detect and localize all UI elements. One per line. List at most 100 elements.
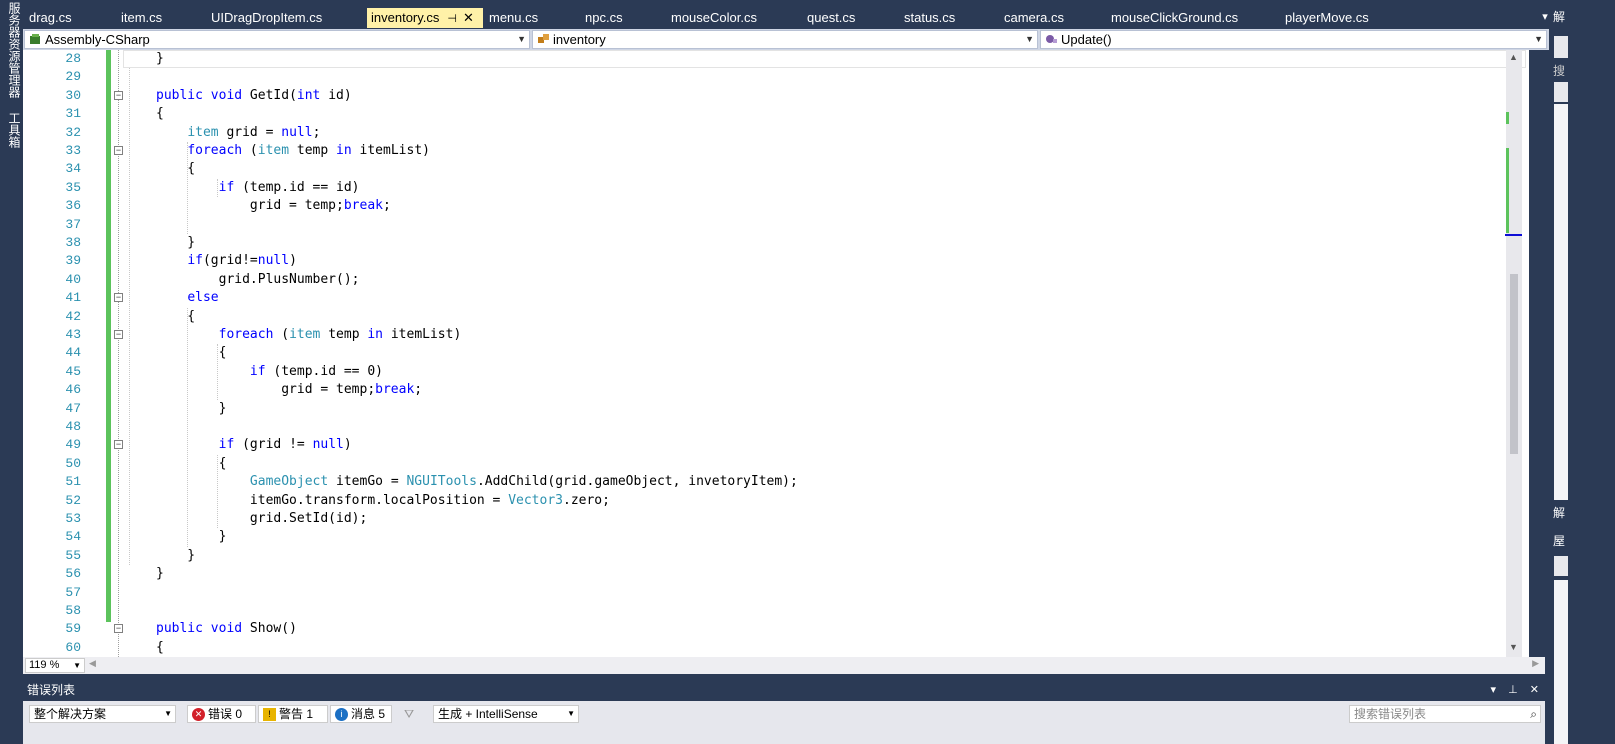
line-number: 58 (65, 603, 81, 618)
zoom-level: 119 % (29, 659, 60, 671)
scroll-down-icon[interactable]: ▼ (1509, 642, 1518, 652)
code-token: grid = temp; (156, 198, 344, 214)
tab-menu-cs[interactable]: menu.cs (483, 8, 579, 28)
indent-guide (217, 344, 218, 400)
collapse-toggle-icon[interactable]: − (114, 440, 123, 450)
solution-explorer-label[interactable]: 解 (1553, 8, 1565, 25)
collapse-toggle-icon[interactable]: − (114, 90, 123, 100)
scroll-up-icon[interactable]: ▲ (1509, 52, 1518, 62)
csharp-project-icon (30, 34, 40, 44)
filter-icon[interactable]: ⛛ (404, 707, 414, 722)
line-number: 32 (65, 124, 81, 140)
errors-filter-button[interactable]: ✕ 错误 0 (187, 705, 256, 723)
project-dropdown[interactable]: Assembly-CSharp ▼ (24, 30, 530, 49)
properties-grid[interactable] (1554, 580, 1568, 744)
code-line[interactable]: } (156, 234, 195, 252)
server-explorer-tab[interactable]: 服务器资源管理器 (2, 2, 21, 98)
zoom-dropdown[interactable]: 119 % ▼ (25, 658, 85, 673)
close-icon[interactable]: ✕ (1530, 684, 1539, 696)
code-line[interactable]: item grid = null; (156, 124, 320, 142)
code-line[interactable]: public void Show() (156, 620, 297, 638)
solution-tree[interactable] (1554, 104, 1568, 500)
collapse-toggle-icon[interactable]: − (114, 293, 123, 303)
line-number: 41 (65, 290, 81, 306)
tab-status-cs[interactable]: status.cs (898, 8, 998, 28)
code-line[interactable]: foreach (item temp in itemList) (156, 326, 462, 344)
code-line[interactable]: GameObject itemGo = NGUITools.AddChild(g… (156, 473, 798, 491)
properties-toolbar[interactable] (1554, 556, 1568, 576)
code-line[interactable]: { (156, 160, 195, 178)
code-line[interactable]: if(grid!=null) (156, 252, 297, 270)
pin-icon[interactable]: ⊥ (1508, 684, 1518, 696)
code-line[interactable]: } (156, 50, 164, 68)
code-line[interactable]: itemGo.transform.localPosition = Vector3… (156, 492, 610, 510)
pin-icon[interactable]: ⊣ (447, 9, 457, 29)
code-line[interactable]: if (grid != null) (156, 436, 352, 454)
code-line[interactable]: { (156, 105, 164, 123)
tab-label: playerMove.cs (1285, 10, 1369, 25)
code-line[interactable]: grid.PlusNumber(); (156, 271, 360, 289)
code-line[interactable]: foreach (item temp in itemList) (156, 142, 430, 160)
vertical-scrollbar[interactable]: ▲ ▼ (1506, 50, 1522, 657)
code-line[interactable]: { (156, 455, 227, 473)
error-search-input[interactable]: 搜索错误列表 ⌕ (1349, 705, 1541, 723)
code-token: ( (242, 143, 258, 158)
code-line[interactable]: } (156, 400, 227, 418)
code-line[interactable]: { (156, 639, 164, 657)
code-line[interactable]: else (156, 289, 218, 307)
scope-dropdown[interactable]: 整个解决方案 ▼ (29, 705, 176, 723)
keyword-token: if (187, 253, 203, 269)
code-line[interactable]: } (156, 528, 227, 546)
chevron-down-icon: ▼ (164, 709, 172, 718)
tab-mousecolor-cs[interactable]: mouseColor.cs (665, 8, 801, 28)
tab-uidragdropitem-cs[interactable]: UIDragDropItem.cs (205, 8, 365, 28)
toolbox-tab[interactable]: 工具箱 (2, 112, 21, 148)
code-line[interactable]: if (temp.id == 0) (156, 363, 383, 381)
tab-quest-cs[interactable]: quest.cs (801, 8, 898, 28)
tab-item-cs[interactable]: item.cs (115, 8, 205, 28)
scroll-left-icon[interactable]: ◀ (89, 658, 96, 669)
collapse-toggle-icon[interactable]: − (114, 624, 123, 634)
messages-filter-button[interactable]: i 消息 5 (330, 705, 392, 723)
line-number-gutter: 28 29 30 31 32 33 34 35 36 37 38 39 40 41 42 43 44 45 46 47… (23, 50, 85, 657)
member-dropdown[interactable]: Update() ▼ (1040, 30, 1547, 49)
search-label: 搜 (1553, 64, 1566, 78)
code-line[interactable]: public void GetId(int id) (156, 87, 352, 105)
code-token: } (156, 547, 196, 563)
scroll-right-icon[interactable]: ▶ (1532, 658, 1539, 669)
tab-drag-cs[interactable]: drag.cs (23, 8, 115, 28)
line-number: 60 (65, 639, 81, 655)
tab-npc-cs[interactable]: npc.cs (579, 8, 665, 28)
solution-explorer-tab[interactable]: 解 (1553, 504, 1565, 521)
code-line[interactable]: grid = temp;break; (156, 197, 391, 215)
code-line[interactable]: } (156, 547, 195, 565)
properties-tab[interactable]: 屋 (1553, 532, 1565, 549)
code-line[interactable]: grid = temp;break; (156, 381, 422, 399)
build-filter-dropdown[interactable]: 生成 + IntelliSense ▼ (433, 705, 579, 723)
tab-inventory-cs[interactable]: inventory.cs ⊣ ✕ (367, 8, 483, 28)
panel-item[interactable] (1554, 82, 1568, 102)
code-line[interactable]: { (156, 308, 195, 326)
collapse-toggle-icon[interactable]: − (114, 330, 123, 339)
scroll-position-marker (1505, 234, 1522, 236)
tab-camera-cs[interactable]: camera.cs (998, 8, 1105, 28)
scrollbar-thumb[interactable] (1510, 274, 1518, 454)
code-line[interactable]: } (156, 565, 164, 583)
line-number: 59 (65, 621, 81, 637)
line-number: 31 (65, 106, 81, 122)
class-dropdown[interactable]: inventory ▼ (532, 30, 1038, 49)
close-icon[interactable]: ✕ (463, 8, 474, 28)
keyword-token: if (249, 363, 266, 379)
code-editor[interactable]: 28 29 30 31 32 33 34 35 36 37 38 39 40 41 42 43 44 45 46 47… (23, 50, 1529, 657)
collapse-toggle-icon[interactable]: − (114, 146, 123, 155)
code-line[interactable]: { (156, 344, 227, 362)
panel-toolbar[interactable] (1554, 36, 1568, 58)
change-tracking-bar (106, 50, 111, 622)
warnings-filter-button[interactable]: ! 警告 1 (258, 705, 328, 723)
dropdown-icon[interactable]: ▾ (1491, 684, 1497, 696)
tab-playermove-cs[interactable]: playerMove.cs (1279, 8, 1435, 28)
tab-mouseclickground-cs[interactable]: mouseClickGround.cs (1105, 8, 1279, 28)
